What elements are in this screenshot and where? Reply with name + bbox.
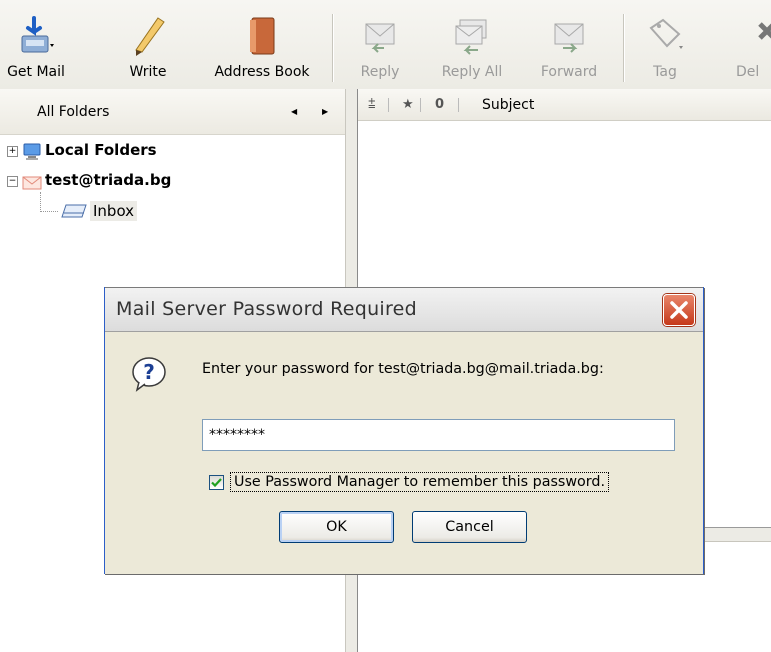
dialog-body: ? Enter your password for test@triada.bg… — [105, 332, 703, 574]
folder-account[interactable]: test@triada.bg — [45, 171, 171, 189]
column-separator — [388, 98, 389, 112]
svg-text:?: ? — [143, 360, 155, 384]
reply-button[interactable]: Reply — [352, 6, 408, 86]
address-book-icon — [242, 14, 282, 58]
reply-all-button[interactable]: Reply All — [434, 6, 510, 86]
get-mail-label: Get Mail — [7, 64, 65, 80]
tag-label: Tag — [653, 64, 677, 80]
password-input[interactable]: ******** — [202, 419, 675, 451]
forward-icon — [549, 14, 589, 58]
computer-icon — [22, 143, 42, 164]
address-book-label: Address Book — [214, 64, 310, 80]
pencil-icon — [128, 14, 168, 58]
reply-label: Reply — [360, 64, 400, 80]
main-toolbar: Get Mail Write Address Book Reply Reply … — [0, 0, 771, 89]
all-folders-title: All Folders — [37, 104, 110, 120]
collapse-toggle-icon[interactable]: − — [7, 176, 18, 187]
close-button[interactable] — [663, 294, 695, 326]
remember-password-checkbox[interactable] — [209, 474, 224, 490]
delete-label: Del — [736, 64, 760, 80]
forward-button[interactable]: Forward — [529, 6, 609, 86]
dialog-title: Mail Server Password Required — [116, 298, 418, 320]
reply-icon — [360, 14, 400, 58]
reply-all-label: Reply All — [441, 64, 503, 80]
question-icon: ? — [131, 356, 167, 392]
folder-local-folders[interactable]: Local Folders — [45, 141, 157, 159]
address-book-button[interactable]: Address Book — [202, 6, 322, 86]
tag-button[interactable]: Tag — [640, 6, 690, 86]
prev-view-arrow-icon[interactable]: ◀ — [291, 107, 297, 116]
get-mail-button[interactable]: Get Mail — [4, 6, 68, 86]
message-pane-splitter[interactable] — [700, 527, 771, 542]
cancel-button[interactable]: Cancel — [412, 511, 527, 543]
thread-column-icon[interactable]: ⩲ — [368, 97, 376, 112]
tag-icon — [645, 14, 685, 58]
dialog-titlebar[interactable]: Mail Server Password Required — [105, 287, 703, 332]
ok-button[interactable]: OK — [279, 511, 394, 543]
toolbar-separator — [332, 14, 333, 82]
checkmark-icon — [211, 477, 222, 487]
mail-account-icon — [22, 175, 42, 194]
column-separator — [458, 98, 459, 112]
toolbar-separator — [623, 14, 624, 82]
folder-inbox[interactable]: Inbox — [90, 201, 138, 221]
remember-password-label[interactable]: Use Password Manager to remember this pa… — [230, 472, 610, 492]
close-icon — [670, 301, 688, 319]
write-label: Write — [129, 64, 167, 80]
delete-icon — [736, 14, 771, 58]
next-view-arrow-icon[interactable]: ▶ — [322, 107, 328, 116]
column-separator — [420, 98, 421, 112]
password-prompt-text: Enter your password for test@triada.bg@m… — [202, 361, 604, 377]
expand-toggle-icon[interactable]: + — [7, 146, 18, 157]
folder-pane-header: All Folders ◀ ▶ — [0, 89, 345, 135]
inbox-icon — [60, 203, 88, 222]
delete-button[interactable]: Del — [736, 6, 771, 86]
tree-connector — [40, 192, 58, 212]
thread-pane-header: ⩲ ★ 0 Subject — [358, 89, 771, 121]
subject-column-header[interactable]: Subject — [482, 97, 534, 113]
remember-password-option[interactable]: Use Password Manager to remember this pa… — [209, 472, 610, 492]
forward-label: Forward — [540, 64, 598, 80]
star-icon[interactable]: ★ — [402, 97, 414, 112]
reply-all-icon — [452, 14, 492, 58]
get-mail-icon — [16, 14, 56, 58]
attachment-icon[interactable]: 0 — [435, 97, 444, 112]
write-button[interactable]: Write — [118, 6, 178, 86]
password-dialog: Mail Server Password Required ? Enter yo… — [104, 287, 704, 574]
